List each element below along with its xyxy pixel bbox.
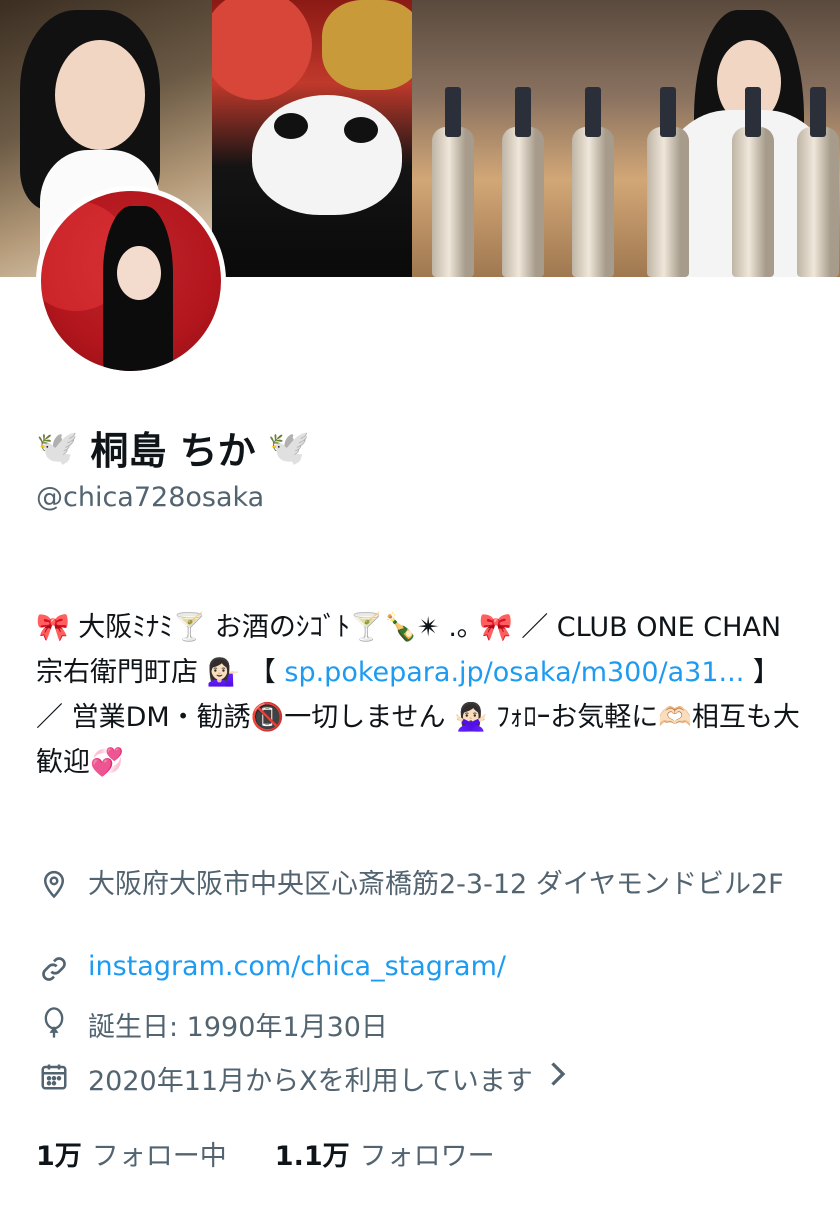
location-icon <box>36 866 72 902</box>
profile-name: 🕊️ 桐島 ちか 🕊️ <box>36 420 310 475</box>
birthday-text: 誕生日: 1990年1月30日 <box>88 1012 388 1043</box>
followers-label: フォロワー <box>359 1141 495 1172</box>
banner-photo-panda-dragon <box>212 0 412 277</box>
balloon-icon <box>36 1005 72 1041</box>
dove-emoji-right: 🕊️ <box>267 427 310 468</box>
followers-stat[interactable]: 1.1万 フォロワー <box>275 1134 495 1173</box>
followers-count: 1.1万 <box>274 1141 350 1172</box>
website-link[interactable]: instagram.com/chica_stagram/ <box>88 951 506 982</box>
profile-avatar[interactable] <box>36 186 226 376</box>
display-name: 桐島 ちか <box>90 429 256 473</box>
dove-emoji-left: 🕊️ <box>36 427 79 468</box>
banner-photo-woman-bottles <box>412 0 840 277</box>
bio-link[interactable]: sp.pokepara.jp/osaka/m300/a31... <box>284 657 744 688</box>
location-text: 大阪府大阪市中央区心斎橋筋2-3-12 ダイヤモンドビル2F <box>88 869 784 900</box>
joined-text: 2020年11月からXを利用しています <box>88 1066 533 1097</box>
following-label: フォロー中 <box>91 1141 227 1172</box>
meta-location: 大阪府大阪市中央区心斎橋筋2-3-12 ダイヤモンドビル2F <box>36 866 816 904</box>
meta-birthday: 誕生日: 1990年1月30日 <box>36 1005 816 1044</box>
profile-bio: 🎀 大阪ﾐﾅﾐ🍸 お酒のｼｺﾞﾄ🍸🍾✴︎ .｡ 🎀 ／ CLUB ONE CHA… <box>36 605 806 785</box>
follow-stats: 1万 フォロー中 1.1万 フォロワー <box>36 1134 495 1173</box>
following-stat[interactable]: 1万 フォロー中 <box>36 1134 227 1173</box>
following-count: 1万 <box>36 1141 82 1172</box>
link-icon <box>36 951 72 987</box>
chevron-right-icon[interactable] <box>547 1059 567 1096</box>
calendar-icon <box>36 1059 72 1095</box>
meta-website[interactable]: instagram.com/chica_stagram/ <box>36 951 816 987</box>
meta-joined[interactable]: 2020年11月からXを利用しています <box>36 1059 816 1098</box>
profile-handle: @chica728osaka <box>36 482 265 513</box>
